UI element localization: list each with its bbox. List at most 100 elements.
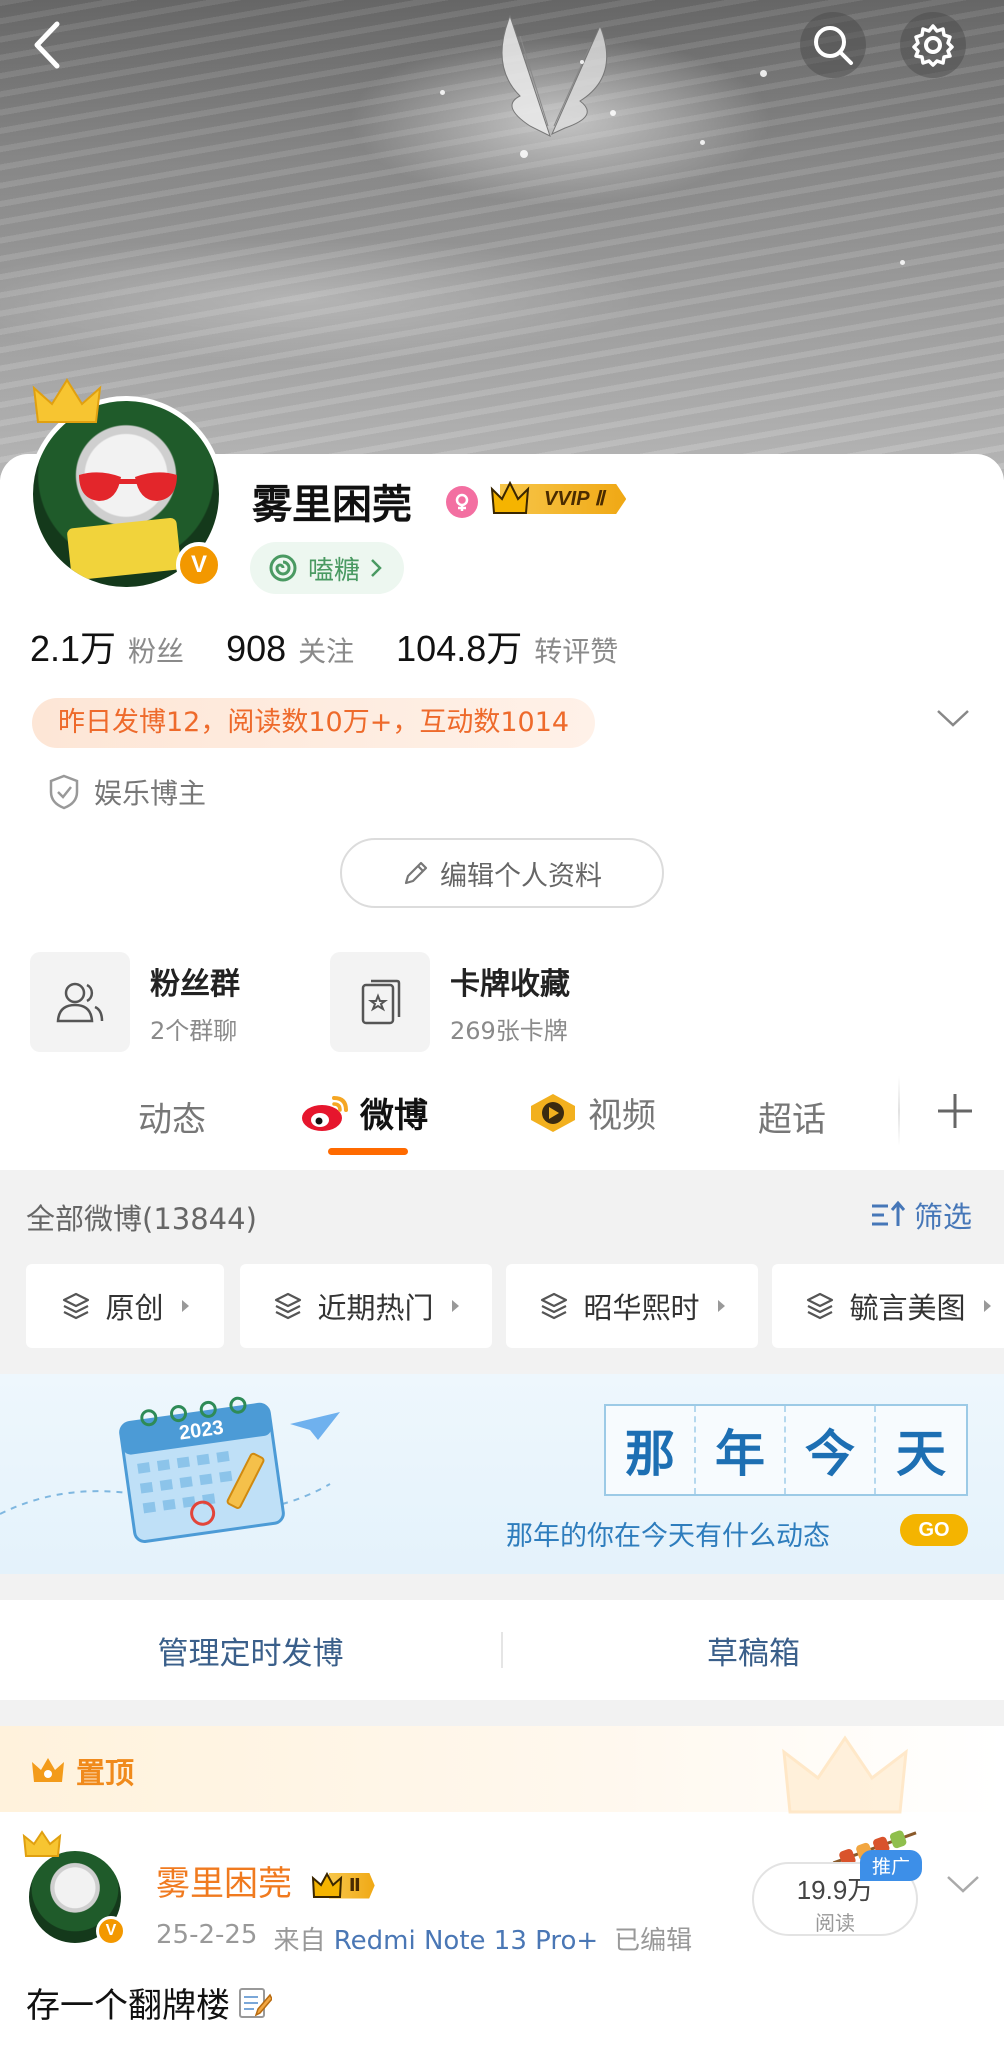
chip-collection-1[interactable]: 昭华熙时 (506, 1264, 758, 1348)
chevron-right-icon (371, 559, 382, 577)
calendar-illustration: 2023 (0, 1396, 340, 1543)
edit-profile-label: 编辑个人资料 (440, 860, 602, 892)
crown-icon (32, 1758, 64, 1782)
layers-icon (807, 1292, 834, 1320)
filter-label: 筛选 (914, 1200, 973, 1234)
shield-icon (49, 774, 79, 810)
post-edited: 已编辑 (614, 1926, 693, 1956)
chip-recent-hot[interactable]: 近期热门 (240, 1264, 492, 1348)
chip-label: 昭华熙时 (583, 1291, 700, 1325)
banner-tagline: 那年的你在今天有什么动态 (506, 1521, 830, 1552)
stat-interactions[interactable]: 104.8万 转评赞 (396, 620, 618, 672)
tab-label: 超话 (758, 1100, 826, 1140)
crown-icon (311, 1871, 342, 1898)
pinned-label: 置顶 (30, 1750, 134, 1792)
chip-arrow-icon (181, 1300, 189, 1312)
avatar-glasses (79, 472, 177, 501)
post-author-name[interactable]: 雾里困莞 Ⅱ (156, 1856, 375, 1905)
pinned-post[interactable]: 置顶 V 雾里困莞 Ⅱ 25-2-25 来自 Redmi Note 13 Pro… (0, 1726, 1004, 2066)
chip-arrow-icon (451, 1300, 459, 1312)
title-char: 今 (786, 1406, 876, 1494)
chip-label: 毓言美图 (849, 1291, 966, 1325)
verified-badge: V (176, 542, 222, 588)
layers-icon (541, 1292, 568, 1320)
post-body: 存一个翻牌楼 (26, 1978, 272, 2027)
back-icon (34, 21, 60, 69)
stat-value: 2.1万 (30, 628, 117, 669)
post-date: 25-2-25 (156, 1920, 258, 1950)
sparkle (520, 150, 528, 158)
crown-icon (22, 1830, 62, 1857)
candy-label: 嗑糖 (308, 555, 361, 586)
active-tab-indicator (328, 1148, 408, 1155)
stat-followers[interactable]: 2.1万 粉丝 (30, 620, 184, 672)
search-button[interactable] (800, 12, 866, 78)
gear-icon (912, 24, 954, 67)
go-button[interactable]: GO (900, 1514, 968, 1546)
category-chips: 原创 近期热门 昭华熙时 毓言美图 (26, 1264, 1004, 1348)
search-icon (814, 26, 853, 65)
vvip-text: VVIP (544, 488, 589, 510)
filter-button[interactable]: 筛选 (870, 1194, 972, 1236)
tab-label: 视频 (588, 1096, 656, 1136)
crown-icon (490, 481, 530, 514)
crown-icon (32, 378, 102, 423)
stat-label: 粉丝 (128, 635, 185, 668)
post-verified-badge: V (96, 1916, 126, 1946)
tab-supertopic[interactable]: 超话 (758, 1092, 826, 1141)
tab-video[interactable]: 视频 (528, 1088, 656, 1137)
daily-summary: 昨日发博12，阅读数10万+，互动数1014 (32, 698, 596, 748)
card-collection-entry[interactable]: 卡牌收藏 269张卡牌 (330, 952, 570, 1052)
fan-group-entry[interactable]: 粉丝群 2个群聊 (30, 952, 240, 1052)
chip-label: 近期热门 (317, 1291, 434, 1325)
chip-arrow-icon (983, 1300, 991, 1312)
tab-label: 微博 (360, 1096, 428, 1136)
stat-value: 104.8万 (396, 628, 523, 669)
vvip-badge[interactable]: VVIP Ⅱ (490, 480, 627, 518)
drafts-button[interactable]: 草稿箱 (503, 1628, 1004, 1673)
role-label: 娱乐博主 (94, 777, 207, 810)
sparkle (700, 140, 705, 145)
plus-icon (938, 1094, 972, 1128)
tab-activity[interactable]: 动态 (138, 1092, 206, 1141)
avatar-book (66, 517, 182, 581)
chip-collection-2[interactable]: 毓言美图 (772, 1264, 1004, 1348)
on-this-day-banner[interactable]: 2023 那 年 今 天 那年的你在今天有什么动态 GO (0, 1374, 1004, 1574)
sparkle (900, 260, 905, 265)
edit-profile-button[interactable]: 编辑个人资料 (340, 838, 664, 908)
feed-count-header: 全部微博(13844) (26, 1202, 257, 1236)
post-text: 存一个翻牌楼 (26, 1986, 230, 2026)
chip-arrow-icon (717, 1300, 725, 1312)
layers-icon (63, 1292, 90, 1320)
stat-following[interactable]: 908 关注 (226, 628, 354, 670)
add-tab-button[interactable] (928, 1084, 982, 1138)
candy-button[interactable]: 嗑糖 (250, 542, 405, 594)
title-char: 天 (876, 1406, 966, 1494)
pinned-text: 置顶 (76, 1756, 135, 1790)
post-menu-button[interactable] (946, 1874, 980, 1898)
scheduled-posts-button[interactable]: 管理定时发博 (0, 1628, 501, 1673)
vvip-level: Ⅱ (594, 488, 605, 510)
card-icon (330, 952, 430, 1052)
promote-tag[interactable]: 推广 (860, 1850, 923, 1881)
crown-watermark-icon (782, 1735, 908, 1814)
profile-avatar[interactable]: V (28, 378, 224, 592)
profile-name: 雾里困莞 (252, 482, 412, 528)
tab-weibo[interactable]: 微博 (300, 1088, 428, 1137)
tab-label: 动态 (138, 1100, 206, 1140)
expand-profile-button[interactable] (936, 708, 970, 732)
chip-original[interactable]: 原创 (26, 1264, 224, 1348)
pencil-icon (404, 861, 428, 885)
post-device[interactable]: Redmi Note 13 Pro+ (334, 1926, 598, 1956)
video-icon (531, 1093, 575, 1132)
feature-title: 粉丝群 (150, 966, 240, 1002)
back-button[interactable] (14, 12, 80, 78)
feature-subtitle: 269张卡牌 (450, 1016, 568, 1045)
stat-label: 关注 (298, 635, 355, 668)
settings-button[interactable] (900, 12, 966, 78)
post-meta: 25-2-25 来自 Redmi Note 13 Pro+ 已编辑 (156, 1920, 692, 1957)
stat-label: 转评赞 (534, 635, 619, 668)
sparkle (760, 70, 767, 77)
tab-divider (898, 1076, 900, 1146)
stat-value: 908 (226, 628, 287, 669)
